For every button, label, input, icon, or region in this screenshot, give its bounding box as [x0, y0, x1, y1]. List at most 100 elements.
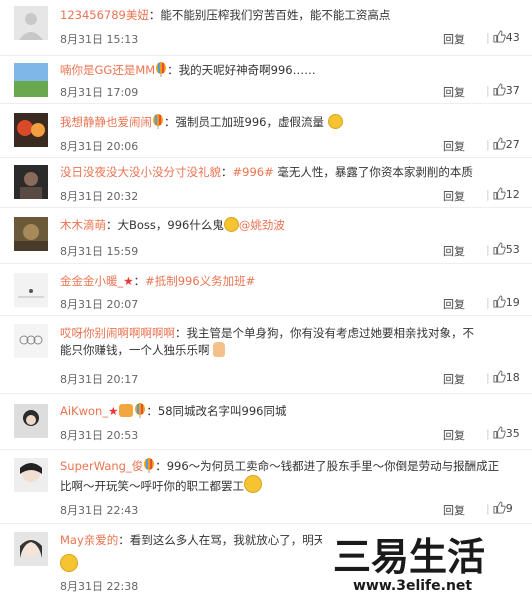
like-button[interactable]: | 19	[483, 295, 520, 309]
avatar[interactable]	[14, 63, 48, 97]
comment-item: 哎呀你别闹啊啊啊啊啊：我主管是个单身狗，你有没有考虑过她要相亲找对象，不 能只你赚…	[0, 316, 532, 394]
like-count: 18	[505, 371, 520, 384]
reply-button[interactable]: 回复	[443, 31, 465, 47]
watermark-brand: 三易生活	[333, 535, 485, 579]
photo-avatar-icon	[14, 458, 48, 492]
photo-avatar-icon	[14, 324, 48, 358]
comment-time: 8月31日 20:06	[60, 140, 139, 153]
comment-username[interactable]: May亲爱的	[60, 533, 118, 547]
comment-text: 木木滴萌：大Boss，996什么鬼 @姚劲波	[60, 217, 285, 232]
like-count: 19	[505, 296, 520, 309]
like-count: 43	[505, 31, 520, 44]
like-count: 53	[505, 243, 520, 256]
comment-text: AiKwon_★ ：58同城改名字叫996同城	[60, 403, 287, 418]
comment-text: 哎呀你别闹啊啊啊啊啊：我主管是个单身狗，你有没有考虑过她要相亲找对象，不 能只你赚…	[60, 326, 474, 357]
comment-time: 8月31日 20:07	[60, 298, 139, 311]
comment-time: 8月31日 17:09	[60, 86, 139, 99]
thinking-emoji-icon	[327, 114, 343, 129]
photo-avatar-icon	[14, 404, 48, 438]
badge-icon	[156, 62, 167, 77]
hashtag-link[interactable]: #996#	[233, 165, 274, 179]
comment-username[interactable]: 我想静静也爱闹闹	[60, 115, 152, 129]
comment-username[interactable]: 没日没夜没大没小没分寸没礼貌	[60, 165, 221, 179]
photo-avatar-icon	[14, 273, 48, 307]
like-button[interactable]: | 53	[483, 242, 520, 256]
badge-icon	[119, 404, 134, 417]
comment-item: 没日没夜没大没小没分寸没礼貌：#996# 毫无人性，暴露了你资本家剥削的本质 8…	[0, 158, 532, 208]
hand-emoji-icon	[213, 342, 226, 357]
vip-star-icon: ★	[108, 404, 119, 418]
reply-button[interactable]: 回复	[443, 84, 465, 100]
avatar[interactable]	[14, 165, 48, 199]
badge-icon	[153, 114, 163, 129]
avatar[interactable]	[14, 404, 48, 438]
reply-button[interactable]: 回复	[443, 502, 465, 518]
like-button[interactable]: | 27	[483, 137, 520, 151]
comment-time: 8月31日 22:43	[60, 504, 139, 517]
reply-button[interactable]: 回复	[443, 243, 465, 259]
reply-button[interactable]: 回复	[443, 296, 465, 312]
photo-avatar-icon	[14, 165, 48, 199]
like-button[interactable]: | 43	[483, 30, 520, 44]
like-button[interactable]: | 37	[483, 83, 520, 97]
like-button[interactable]: | 9	[483, 501, 513, 515]
badge-icon	[144, 458, 155, 473]
thumbs-up-icon	[493, 187, 506, 200]
comment-time: 8月31日 22:38	[60, 580, 139, 593]
comment-username[interactable]: 木木滴萌	[60, 218, 106, 232]
landscape-avatar-icon	[14, 63, 48, 97]
comment-time: 8月31日 20:17	[60, 373, 139, 386]
comment-time: 8月31日 20:53	[60, 429, 139, 442]
avatar[interactable]	[14, 458, 48, 492]
comment-text: SuperWang_俊 ：996～为何员工卖命～钱都进了股东手里～你倒是劳动与报酬…	[60, 458, 500, 493]
hashtag-link[interactable]: #抵制996义务加班#	[145, 274, 255, 288]
comment-item: 金金金小暖_★：#抵制996义务加班# 8月31日 20:07 回复 | 19	[0, 264, 532, 316]
comment-username[interactable]: 金金金小暖_	[60, 274, 123, 288]
like-count: 37	[505, 84, 520, 97]
comment-time: 8月31日 20:32	[60, 190, 139, 203]
like-button[interactable]: | 12	[483, 187, 520, 201]
reply-button[interactable]: 回复	[443, 138, 465, 154]
comment-text: May亲爱的：看到这么多人在骂，我就放心了，明天唯时为去下班，先流量会写单	[60, 533, 322, 547]
comment-text: 123456789美妞：能不能别压榨我们穷苦百姓，能不能工资高点	[60, 8, 391, 22]
comment-username[interactable]: SuperWang_俊	[60, 459, 143, 473]
crying-emoji-icon	[223, 217, 239, 232]
thumbs-up-icon	[493, 137, 506, 150]
mention-link[interactable]: @姚劲波	[239, 218, 285, 232]
avatar[interactable]	[14, 217, 48, 251]
like-button[interactable]: | 18	[483, 370, 520, 384]
reply-button[interactable]: 回复	[443, 427, 465, 443]
reply-button[interactable]: 回复	[443, 188, 465, 204]
avatar[interactable]	[14, 532, 48, 566]
thumbs-up-icon	[493, 295, 506, 308]
smile-emoji-icon	[244, 475, 262, 493]
comment-item: AiKwon_★ ：58同城改名字叫996同城 8月31日 20:53 回复 | 3…	[0, 394, 532, 450]
avatar[interactable]	[14, 6, 48, 40]
photo-avatar-icon	[14, 113, 48, 147]
comment-item: 喃你是GG还是MM ：我的天呢好神奇啊996…… 8月31日 17:09 回复 |…	[0, 56, 532, 104]
comment-time: 8月31日 15:13	[60, 33, 139, 46]
thumbs-up-icon	[493, 501, 506, 514]
watermark-icon: 三易生活 www.3elife.net	[325, 528, 530, 594]
comment-username[interactable]: AiKwon_	[60, 404, 108, 418]
comment-username[interactable]: 哎呀你别闹啊啊啊啊啊	[60, 326, 175, 340]
comment-username[interactable]: 喃你是GG还是MM	[60, 63, 155, 77]
comment-username[interactable]: 123456789美妞	[60, 8, 149, 22]
like-count: 12	[505, 188, 520, 201]
thumbs-up-icon	[493, 426, 506, 439]
comment-time: 8月31日 15:59	[60, 245, 139, 258]
like-button[interactable]: | 35	[483, 426, 520, 440]
comment-text: 没日没夜没大没小没分寸没礼貌：#996# 毫无人性，暴露了你资本家剥削的本质	[60, 165, 473, 179]
thumbs-up-icon	[493, 30, 506, 43]
vip-star-icon: ★	[123, 274, 134, 288]
comment-item: 我想静静也爱闹闹 ：强制员工加班996，虚假流量 8月31日 20:06 回复 |…	[0, 104, 532, 158]
avatar[interactable]	[14, 113, 48, 147]
default-avatar-icon	[14, 6, 48, 40]
avatar[interactable]	[14, 324, 48, 358]
thumbs-up-icon	[493, 83, 506, 96]
reply-button[interactable]: 回复	[443, 371, 465, 387]
comment-text: 喃你是GG还是MM ：我的天呢好神奇啊996……	[60, 62, 316, 77]
comment-text: 我想静静也爱闹闹 ：强制员工加班996，虚假流量	[60, 114, 522, 131]
smile-emoji-icon	[60, 554, 78, 572]
avatar[interactable]	[14, 273, 48, 307]
